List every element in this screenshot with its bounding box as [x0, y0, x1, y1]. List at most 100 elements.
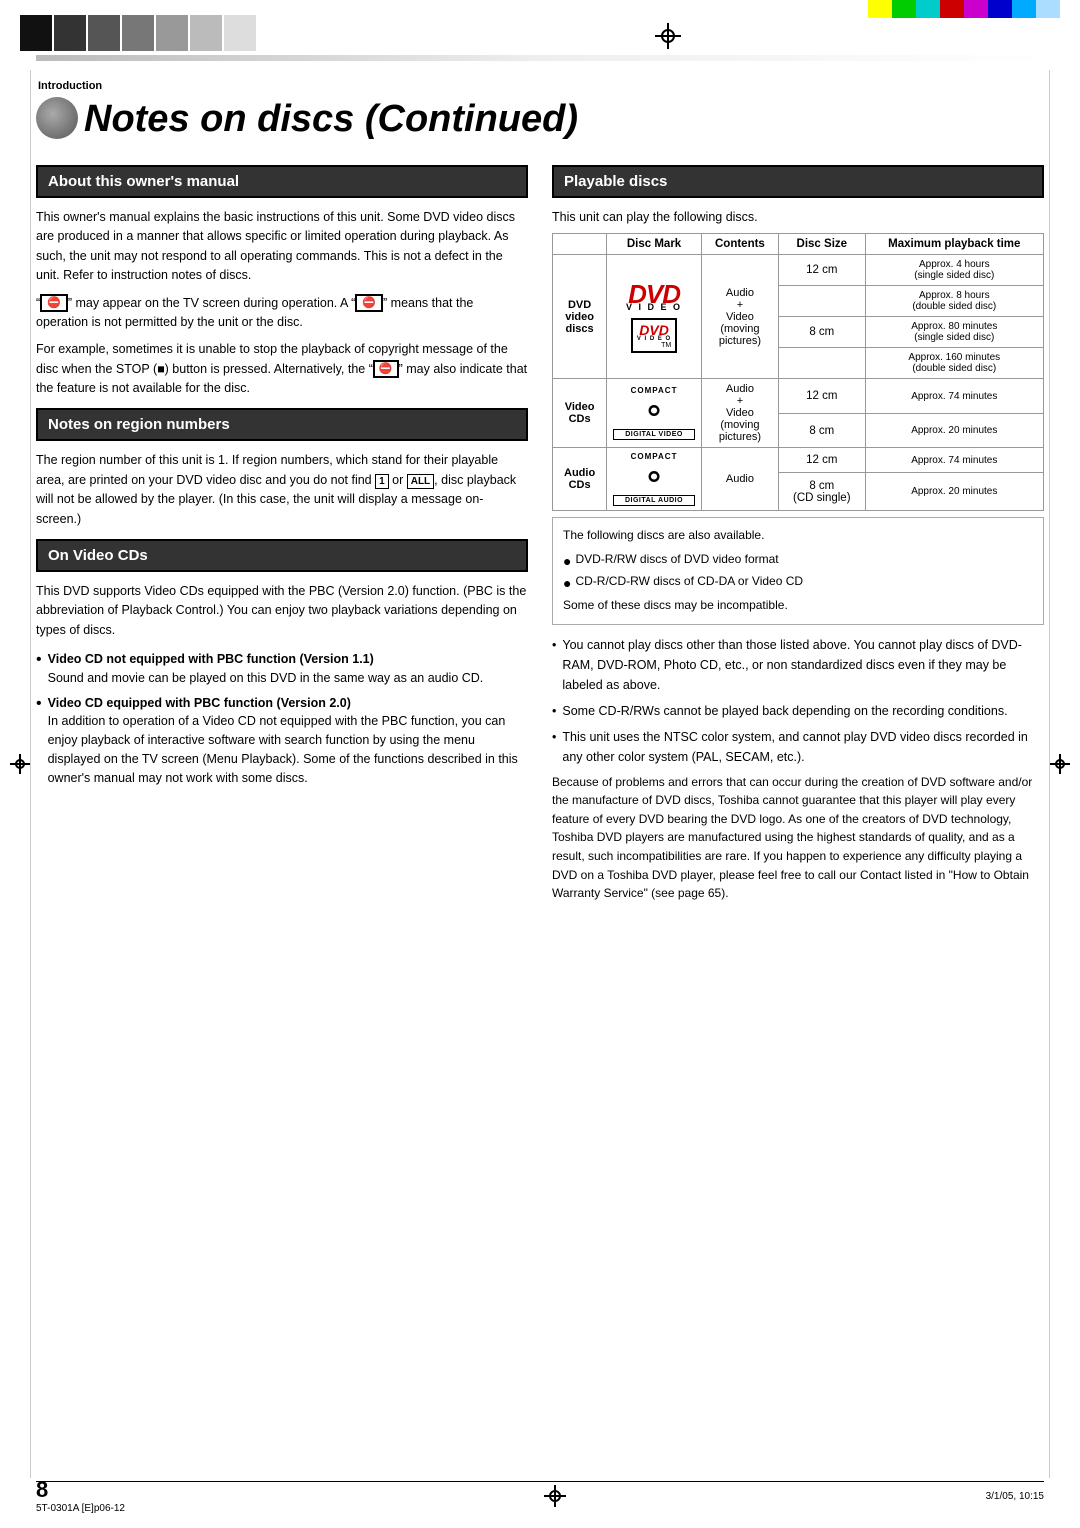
bcc	[549, 1490, 561, 1502]
vcd-size-8cm: 8 cm	[779, 413, 866, 448]
acd-time-12cm: Approx. 74 minutes	[865, 448, 1043, 473]
playable-discs-intro: This unit can play the following discs.	[552, 208, 1044, 227]
also-available-label: The following discs are also available.	[563, 526, 1033, 545]
also-item-3: Some of these discs may be incompatible.	[563, 596, 1033, 615]
top-bar	[0, 0, 1080, 55]
dvd-size-8cm-b	[779, 348, 866, 379]
video-cds-section: On Video CDs This DVD supports Video CDs…	[36, 539, 528, 787]
bottom-note-1-text: You cannot play discs other than those l…	[562, 635, 1044, 695]
pbc-bullet2-title: Video CD equipped with PBC function (Ver…	[48, 696, 351, 710]
crosshair-center	[655, 23, 681, 49]
top-right-color-stripe	[868, 0, 1060, 18]
vcd-time-8cm: Approx. 20 minutes	[865, 413, 1043, 448]
color-red	[940, 0, 964, 18]
dvd-size-8cm: 8 cm	[779, 317, 866, 348]
page-content: Introduction Notes on discs (Continued) …	[0, 70, 1080, 1478]
video-cds-para1: This DVD supports Video CDs equipped wit…	[36, 582, 528, 640]
circle-bullet-1: ●	[563, 550, 571, 572]
circle-bullet-2: ●	[563, 572, 571, 594]
black-block-5	[156, 15, 188, 51]
bullet-note-3: •	[552, 727, 556, 767]
acd-contents: Audio	[701, 448, 778, 511]
left-vertical-line	[30, 70, 31, 1478]
pbc-bullet1: • Video CD not equipped with PBC functio…	[36, 650, 528, 688]
color-lightblue	[1012, 0, 1036, 18]
region-numbers-heading: Notes on region numbers	[36, 408, 528, 441]
pbc-bullet2-text: In addition to operation of a Video CD n…	[48, 714, 518, 784]
th-contents: Contents	[701, 234, 778, 255]
black-block-7	[224, 15, 256, 51]
page-title: Notes on discs (Continued)	[36, 98, 1044, 141]
dvd-logo-sub: V I D E O	[613, 303, 695, 312]
also-available-box: The following discs are also available. …	[552, 517, 1044, 624]
page-footer: 8 5T-0301A [E]p06-12 3/1/05, 10:15	[0, 1477, 1080, 1514]
right-crosshair-inner	[1050, 754, 1070, 774]
region-numbers-section: Notes on region numbers The region numbe…	[36, 408, 528, 529]
black-block-4	[122, 15, 154, 51]
th-max-time: Maximum playback time	[865, 234, 1043, 255]
region-icon1: 1	[375, 474, 389, 489]
dvd-time-8cm-double: Approx. 160 minutes(double sided disc)	[865, 348, 1043, 379]
video-cds-body: This DVD supports Video CDs equipped wit…	[36, 582, 528, 640]
acd-size-8cm: 8 cm(CD single)	[779, 472, 866, 511]
header-gradient-line	[36, 55, 1044, 61]
acd-size-12cm: 12 cm	[779, 448, 866, 473]
about-para1: This owner's manual explains the basic i…	[36, 208, 528, 286]
bullet-note-2: •	[552, 701, 556, 721]
pbc-bullet2-content: Video CD equipped with PBC function (Ver…	[48, 694, 528, 788]
playable-discs-heading: Playable discs	[552, 165, 1044, 198]
vcd-time-12cm: Approx. 74 minutes	[865, 379, 1043, 414]
page-number: 8	[36, 1477, 125, 1503]
region-para1: The region number of this unit is 1. If …	[36, 451, 528, 529]
dvd-logo-small-box: DVD V I D E O TM	[631, 318, 677, 353]
dvd-size-12cm-b	[779, 286, 866, 317]
th-disc-mark: Disc Mark	[607, 234, 702, 255]
acd-logo: COMPACT ⚬ DIGITAL AUDIO	[613, 452, 695, 506]
prohibited-icon: ⛔	[40, 294, 68, 312]
about-manual-body: This owner's manual explains the basic i…	[36, 208, 528, 398]
vcd-disc-mark: COMPACT ⚬ DIGITAL VIDEO	[607, 379, 702, 448]
bottom-note-3: • This unit uses the NTSC color system, …	[552, 727, 1044, 767]
acd-disc-graphic: ⚬	[613, 461, 695, 493]
bottom-note-1: • You cannot play discs other than those…	[552, 635, 1044, 695]
black-block-6	[190, 15, 222, 51]
dvd-logo-small: DVD V I D E O TM	[613, 318, 695, 353]
right-crosshair	[1050, 754, 1070, 774]
dvd-row-label: DVDvideodiscs	[553, 255, 607, 379]
rcc	[1055, 759, 1065, 769]
pbc-bullet1-text: Sound and movie can be played on this DV…	[48, 671, 484, 685]
vcd-digital-video-label: DIGITAL VIDEO	[613, 429, 695, 440]
vcd-size-12cm: 12 cm	[779, 379, 866, 414]
color-pale	[1036, 0, 1060, 18]
left-column: About this owner's manual This owner's m…	[36, 165, 528, 903]
dvd-small-sub: V I D E O	[637, 336, 671, 342]
acd-time-8cm: Approx. 20 minutes	[865, 472, 1043, 511]
color-yellow	[868, 0, 892, 18]
dvd-size-12cm: 12 cm	[779, 255, 866, 286]
top-left-blocks	[0, 0, 256, 55]
footer-date: 3/1/05, 10:15	[986, 1491, 1044, 1502]
bottom-note-3-text: This unit uses the NTSC color system, an…	[562, 727, 1044, 767]
page-title-text: Notes on discs (Continued)	[84, 98, 578, 141]
pbc-bullet2: • Video CD equipped with PBC function (V…	[36, 694, 528, 788]
dvd-time-12cm-double: Approx. 8 hours(double sided disc)	[865, 286, 1043, 317]
also-item-1-text: DVD-R/RW discs of DVD video format	[575, 550, 778, 569]
section-label: Introduction	[38, 80, 1044, 92]
black-block-3	[88, 15, 120, 51]
bottom-note-4: Because of problems and errors that can …	[552, 773, 1044, 903]
footer-right: 3/1/05, 10:15	[986, 1490, 1044, 1502]
prohibited-icon3: ⛔	[373, 360, 399, 378]
black-block-2	[54, 15, 86, 51]
bullet-dot-1: •	[36, 650, 42, 688]
color-green	[892, 0, 916, 18]
pbc-bullet1-content: Video CD not equipped with PBC function …	[48, 650, 484, 688]
footer-center-crosshair	[544, 1485, 566, 1507]
also-item-2: ● CD-R/CD-RW discs of CD-DA or Video CD	[563, 572, 1033, 594]
bottom-crosshair	[544, 1485, 566, 1507]
crosshair-circle	[661, 29, 675, 43]
bottom-notes: • You cannot play discs other than those…	[552, 635, 1044, 903]
left-crosshair-inner	[10, 754, 30, 774]
vcd-row-label: VideoCDs	[553, 379, 607, 448]
prohibited-icon2: ⛔	[355, 294, 383, 312]
about-para3: For example, sometimes it is unable to s…	[36, 340, 528, 398]
